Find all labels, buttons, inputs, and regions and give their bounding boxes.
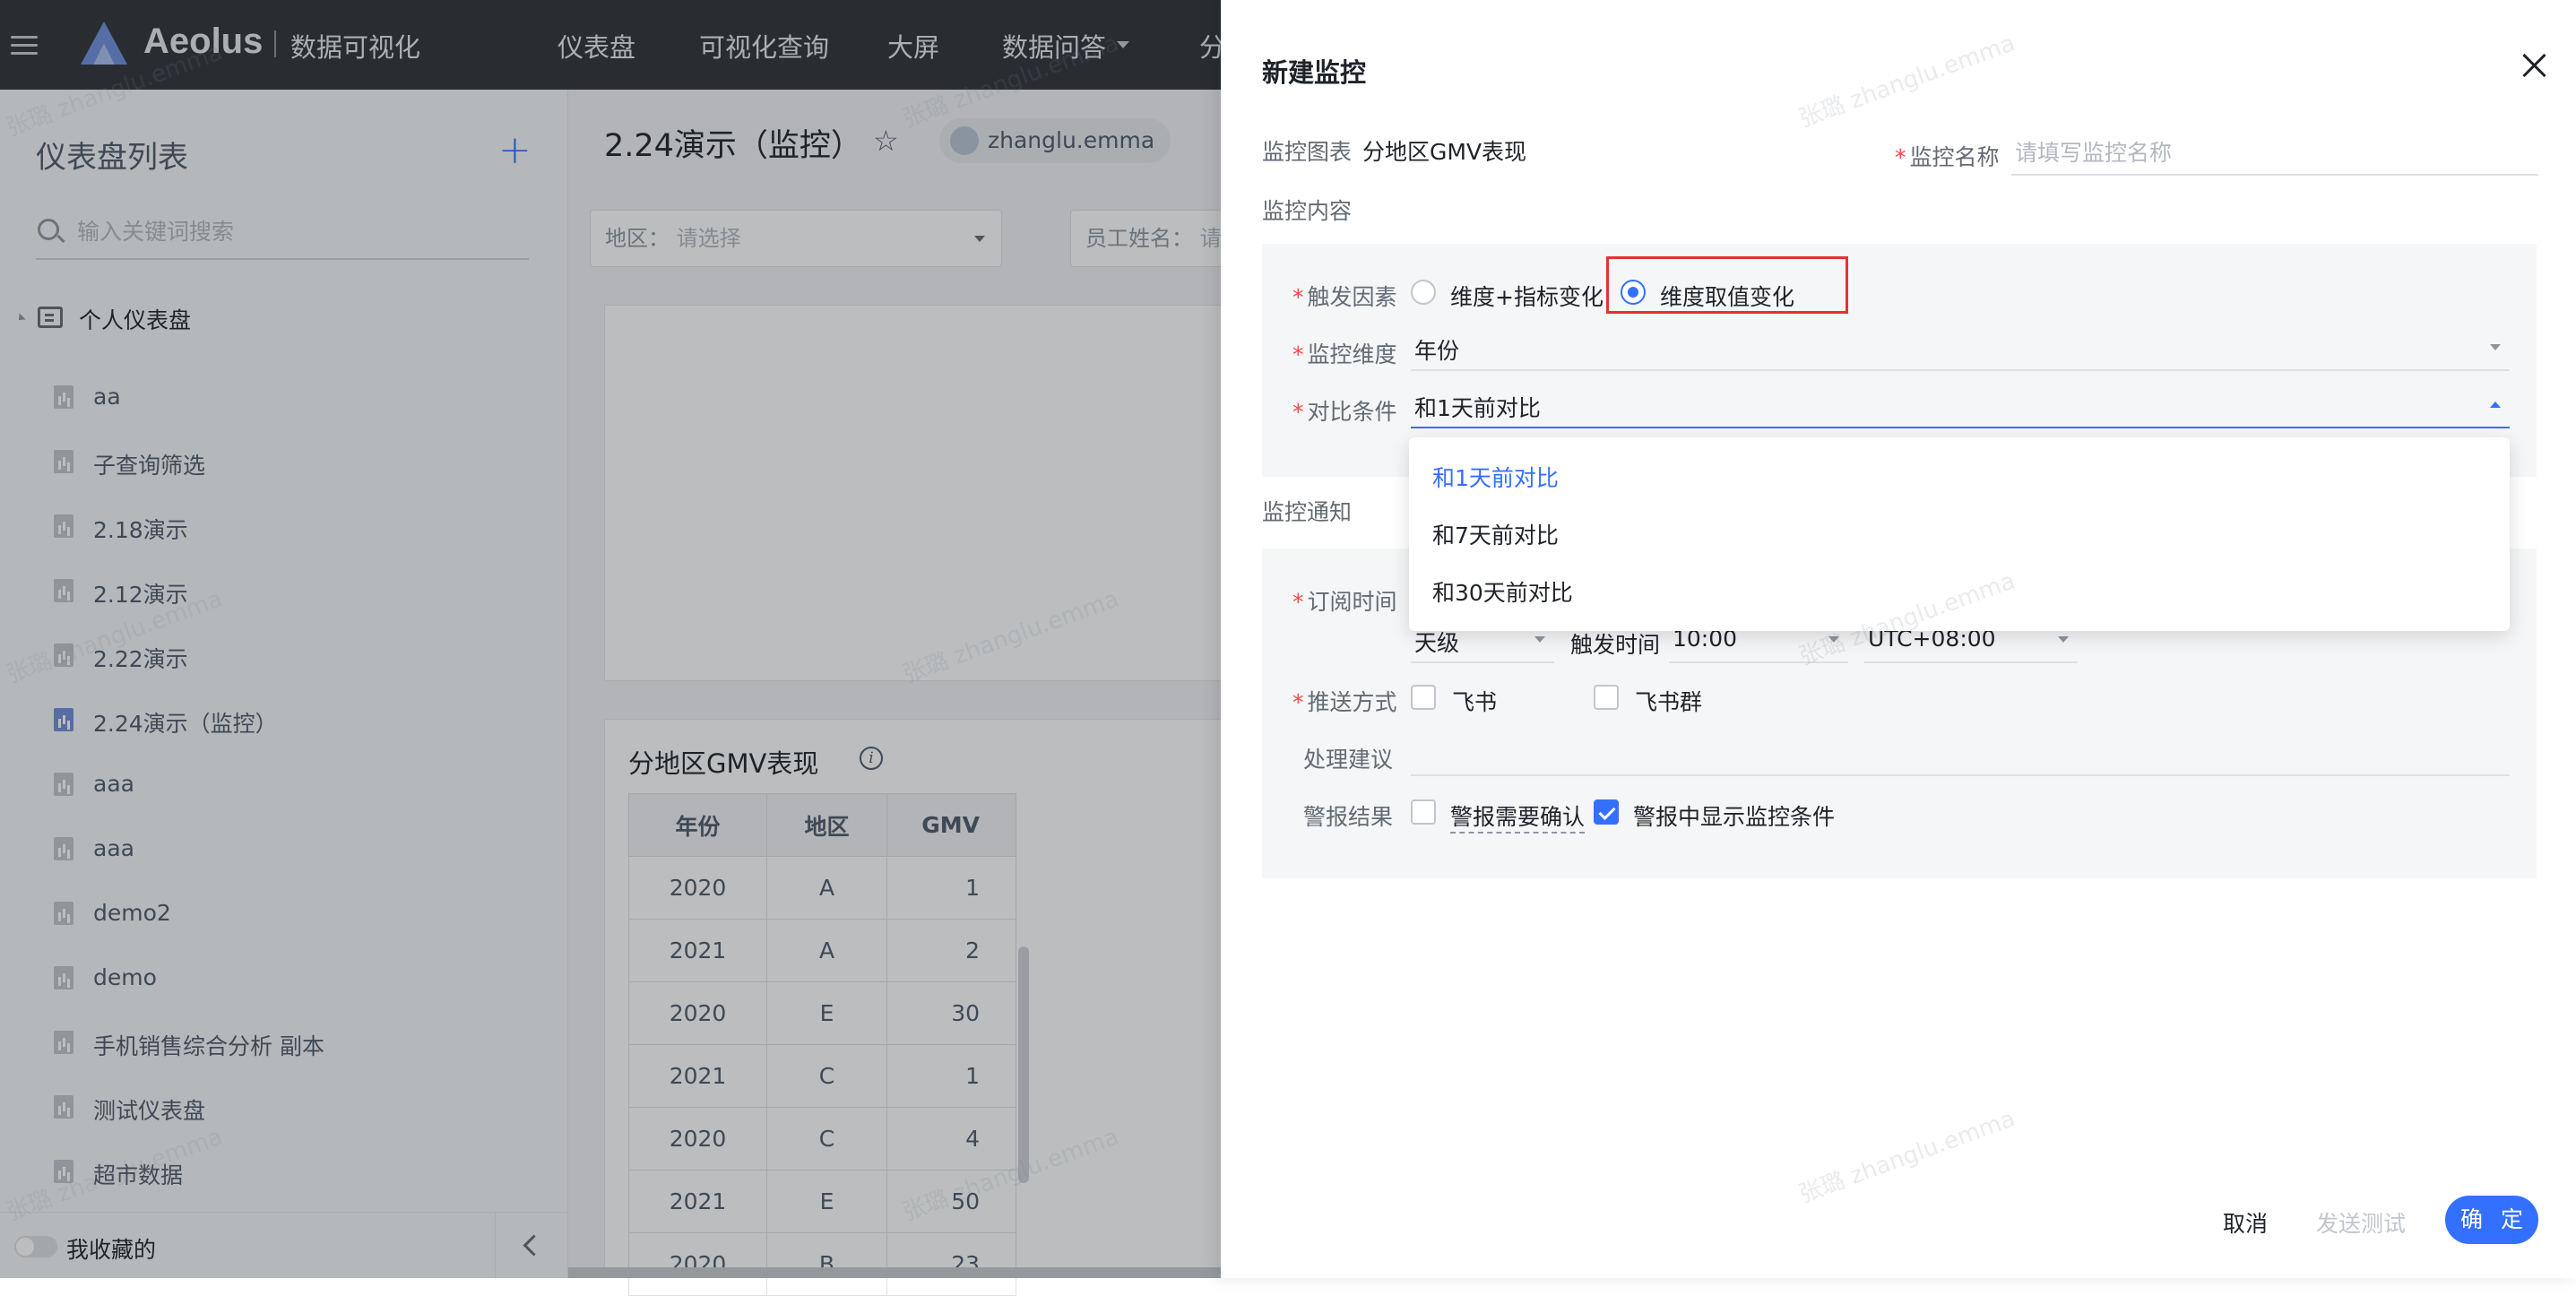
monitor-name-label: 监控名称 xyxy=(1895,140,2000,172)
checkbox-alert-confirm[interactable] xyxy=(1411,799,1436,825)
highlight-box xyxy=(1606,256,1848,314)
advice-input[interactable] xyxy=(1411,731,2510,776)
monitor-name-input[interactable] xyxy=(2011,131,2538,176)
alert-confirm-label: 警报需要确认 xyxy=(1450,799,1586,834)
close-icon[interactable] xyxy=(2519,50,2549,81)
compare-option-7d[interactable]: 和7天前对比 xyxy=(1432,518,1559,550)
push-feishu-label: 飞书 xyxy=(1452,689,1498,715)
compare-value: 和1天前对比 xyxy=(1414,395,1541,421)
trigger-time-label: 触发时间 xyxy=(1570,632,1661,658)
monitor-chart-value: 分地区GMV表现 xyxy=(1362,139,1527,165)
chevron-down-icon xyxy=(1828,636,1839,643)
radio-dimension-metric-change[interactable] xyxy=(1411,280,1436,305)
trigger-label: 触发因素 xyxy=(1292,280,1397,312)
notify-section-title: 监控通知 xyxy=(1262,499,1353,525)
checkbox-feishu[interactable] xyxy=(1411,685,1436,710)
dimension-label: 监控维度 xyxy=(1292,337,1397,369)
send-test-button[interactable]: 发送测试 xyxy=(2316,1206,2406,1239)
modal-mask[interactable] xyxy=(0,0,1221,1278)
compare-label: 对比条件 xyxy=(1292,394,1397,427)
cancel-button[interactable]: 取消 xyxy=(2223,1206,2268,1239)
show-conditions-label: 警报中显示监控条件 xyxy=(1633,804,1836,830)
push-label: 推送方式 xyxy=(1292,685,1397,717)
chevron-down-icon xyxy=(1534,636,1545,643)
chevron-down-icon xyxy=(2058,636,2069,643)
checkbox-feishu-group[interactable] xyxy=(1594,685,1619,710)
dimension-value: 年份 xyxy=(1414,338,1460,364)
schedule-label: 订阅时间 xyxy=(1292,584,1397,617)
monitor-chart-label: 监控图表 xyxy=(1262,139,1353,165)
push-feishu-group-label: 飞书群 xyxy=(1635,689,1703,715)
dimension-select[interactable]: 年份 xyxy=(1411,326,2510,371)
new-monitor-drawer: 新建监控 监控图表 分地区GMV表现 监控名称 监控内容 监控通知 触发因素 维… xyxy=(1221,0,2576,1278)
result-label: 警报结果 xyxy=(1303,804,1394,830)
compare-dropdown: 和1天前对比 和7天前对比 和30天前对比 xyxy=(1409,437,2510,631)
compare-option-1d[interactable]: 和1天前对比 xyxy=(1432,461,1559,493)
checkbox-show-conditions[interactable] xyxy=(1594,799,1619,825)
chevron-up-icon xyxy=(2490,402,2501,408)
compare-option-30d[interactable]: 和30天前对比 xyxy=(1432,575,1573,608)
confirm-button[interactable]: 确 定 xyxy=(2445,1196,2538,1244)
chevron-down-icon xyxy=(2490,344,2501,350)
advice-label: 处理建议 xyxy=(1303,747,1394,773)
content-section-title: 监控内容 xyxy=(1262,198,1353,224)
compare-select[interactable]: 和1天前对比 xyxy=(1411,384,2510,428)
drawer-title: 新建监控 xyxy=(1262,57,1367,88)
trigger-option-1-label: 维度+指标变化 xyxy=(1450,284,1604,310)
